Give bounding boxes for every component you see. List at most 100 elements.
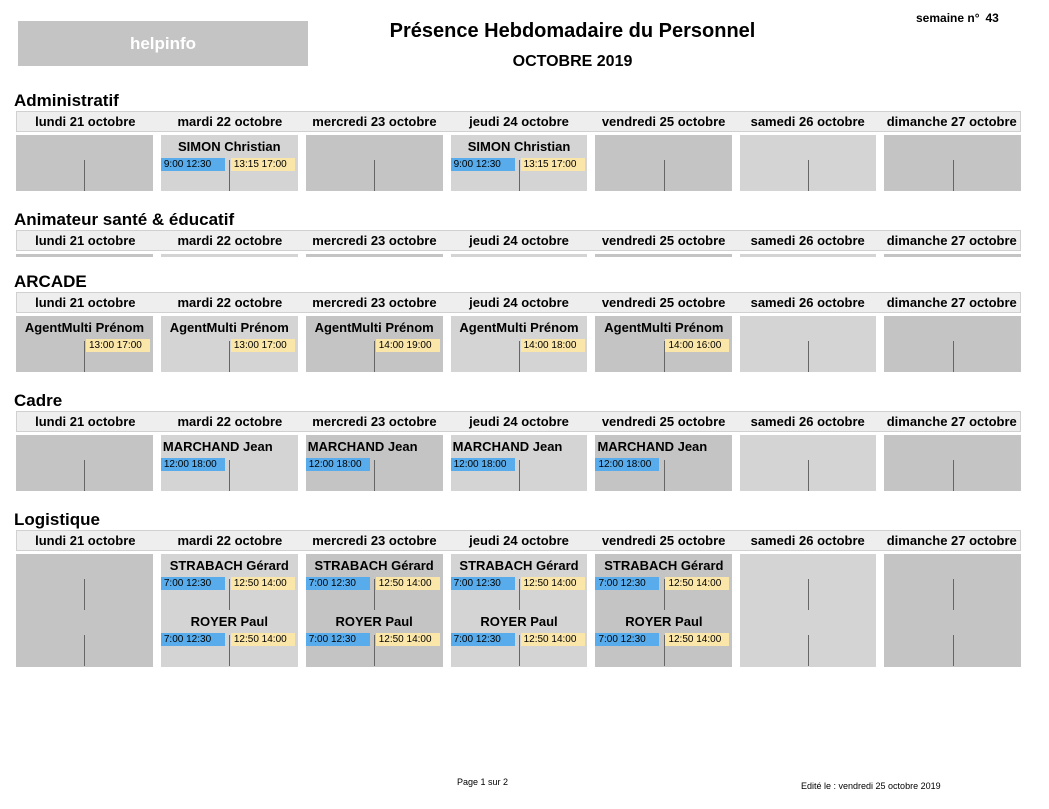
day-header: mardi 22 octobre xyxy=(177,295,283,310)
employee-name[interactable]: ROYER Paul xyxy=(306,614,443,629)
employee-name[interactable]: STRABACH Gérard xyxy=(306,558,443,573)
morning-shift[interactable]: 7:00 12:30 xyxy=(450,633,515,646)
morning-shift[interactable]: 12:00 18:00 xyxy=(595,458,660,471)
day-header: mardi 22 octobre xyxy=(177,414,283,429)
afternoon-shift[interactable]: 12:50 14:00 xyxy=(375,633,440,646)
morning-shift[interactable]: 12:00 18:00 xyxy=(305,458,370,471)
day-cell xyxy=(16,135,153,191)
day-header: dimanche 27 octobre xyxy=(886,295,1017,310)
employee-name[interactable]: ROYER Paul xyxy=(595,614,732,629)
day-header: lundi 21 octobre xyxy=(35,295,136,310)
cell-divider xyxy=(952,341,954,372)
morning-shift[interactable]: 9:00 12:30 xyxy=(160,158,225,171)
afternoon-shift[interactable]: 12:50 14:00 xyxy=(230,633,295,646)
day-header: lundi 21 octobre xyxy=(35,533,136,548)
day-header: vendredi 25 octobre xyxy=(601,533,726,548)
morning-shift[interactable]: 7:00 12:30 xyxy=(305,577,370,590)
morning-shift[interactable]: 7:00 12:30 xyxy=(450,577,515,590)
employee-name[interactable]: MARCHAND Jean xyxy=(451,439,588,454)
day-cell: STRABACH Gérard 7:00 12:30 12:50 14:00 ROYE… xyxy=(595,554,733,667)
afternoon-shift[interactable]: 12:50 14:00 xyxy=(665,633,730,646)
day-cell: SIMON Christian 9:00 12:30 13:15 17:00 xyxy=(450,135,588,191)
employee-name[interactable]: SIMON Christian xyxy=(161,139,298,154)
day-header: mardi 22 octobre xyxy=(177,533,283,548)
section-3: Cadre lundi 21 octobre mardi 22 octobre mer… xyxy=(14,390,1022,491)
day-cells-row: AgentMulti Prénom 13:00 17:00 AgentMulti P… xyxy=(16,316,1022,372)
day-header: dimanche 27 octobre xyxy=(886,233,1017,248)
cell-divider xyxy=(84,635,86,666)
employee-name[interactable]: STRABACH Gérard xyxy=(451,558,588,573)
morning-shift[interactable]: 7:00 12:30 xyxy=(160,577,225,590)
employee-name[interactable]: AgentMulti Prénom xyxy=(161,320,298,335)
section-1: Animateur santé & éducatif lundi 21 octob… xyxy=(14,209,1022,257)
employee-name[interactable]: MARCHAND Jean xyxy=(595,439,732,454)
afternoon-shift[interactable]: 12:50 14:00 xyxy=(520,633,585,646)
cell-divider xyxy=(84,160,86,191)
afternoon-shift[interactable]: 12:50 14:00 xyxy=(665,577,730,590)
afternoon-shift[interactable]: 12:50 14:00 xyxy=(375,577,440,590)
page-subtitle: OCTOBRE 2019 xyxy=(512,53,633,70)
employee-name[interactable]: AgentMulti Prénom xyxy=(16,320,153,335)
cell-divider xyxy=(84,460,86,491)
employee-name[interactable]: STRABACH Gérard xyxy=(161,558,298,573)
cell-divider xyxy=(808,635,810,666)
morning-shift[interactable]: 12:00 18:00 xyxy=(450,458,515,471)
week-label: semaine n° xyxy=(916,11,980,25)
employee-name[interactable]: ROYER Paul xyxy=(451,614,588,629)
afternoon-shift[interactable]: 14:00 16:00 xyxy=(665,339,730,352)
employee-name[interactable]: MARCHAND Jean xyxy=(161,439,298,454)
day-cell: MARCHAND Jean 12:00 18:00 xyxy=(595,435,733,491)
day-header: mercredi 23 octobre xyxy=(312,114,437,129)
employee-name[interactable]: MARCHAND Jean xyxy=(306,439,443,454)
afternoon-shift[interactable]: 13:15 17:00 xyxy=(230,158,295,171)
employee-name[interactable]: AgentMulti Prénom xyxy=(306,320,443,335)
day-cell: AgentMulti Prénom 14:00 16:00 xyxy=(595,316,733,372)
employee-name[interactable]: ROYER Paul xyxy=(161,614,298,629)
day-cell xyxy=(884,316,1022,372)
morning-shift[interactable]: 7:00 12:30 xyxy=(595,633,660,646)
cell-divider xyxy=(229,460,231,491)
week-number: 43 xyxy=(985,11,999,25)
cell-divider xyxy=(952,579,954,610)
afternoon-shift[interactable]: 12:50 14:00 xyxy=(230,577,295,590)
morning-shift[interactable]: 7:00 12:30 xyxy=(160,633,225,646)
day-header: mardi 22 octobre xyxy=(177,114,283,129)
logo: helpinfo xyxy=(18,21,308,66)
morning-shift[interactable]: 9:00 12:30 xyxy=(450,158,515,171)
morning-shift[interactable]: 7:00 12:30 xyxy=(595,577,660,590)
afternoon-shift[interactable]: 14:00 18:00 xyxy=(520,339,585,352)
cell-divider xyxy=(808,341,810,372)
day-header: mercredi 23 octobre xyxy=(312,414,437,429)
day-cell xyxy=(160,254,298,257)
day-cell xyxy=(16,254,153,257)
employee-name[interactable]: STRABACH Gérard xyxy=(595,558,732,573)
afternoon-shift[interactable]: 13:15 17:00 xyxy=(520,158,585,171)
afternoon-shift[interactable]: 14:00 19:00 xyxy=(375,339,440,352)
afternoon-shift[interactable]: 13:00 17:00 xyxy=(86,339,150,352)
day-header: mercredi 23 octobre xyxy=(312,233,437,248)
section-title: Logistique xyxy=(14,510,100,529)
day-header: mardi 22 octobre xyxy=(177,233,283,248)
day-header: samedi 26 octobre xyxy=(750,414,865,429)
day-header-row: lundi 21 octobre mardi 22 octobre mercredi… xyxy=(16,530,1021,551)
day-cell: STRABACH Gérard 7:00 12:30 12:50 14:00 ROYE… xyxy=(305,554,443,667)
day-header: lundi 21 octobre xyxy=(35,233,136,248)
day-cell: SIMON Christian 9:00 12:30 13:15 17:00 xyxy=(160,135,298,191)
morning-shift[interactable]: 7:00 12:30 xyxy=(305,633,370,646)
page-title: Présence Hebdomadaire du Personnel xyxy=(389,20,756,42)
cell-divider xyxy=(808,460,810,491)
employee-name[interactable]: SIMON Christian xyxy=(451,139,588,154)
day-header: samedi 26 octobre xyxy=(750,533,865,548)
day-cell xyxy=(16,435,153,491)
day-cell: AgentMulti Prénom 14:00 18:00 xyxy=(450,316,588,372)
day-header: jeudi 24 octobre xyxy=(469,114,569,129)
employee-name[interactable]: AgentMulti Prénom xyxy=(595,320,732,335)
morning-shift[interactable]: 12:00 18:00 xyxy=(160,458,225,471)
afternoon-shift[interactable]: 12:50 14:00 xyxy=(520,577,585,590)
afternoon-shift[interactable]: 13:00 17:00 xyxy=(230,339,295,352)
week-indicator: semaine n° 43 xyxy=(916,11,999,25)
employee-name[interactable]: AgentMulti Prénom xyxy=(451,320,588,335)
day-cell: AgentMulti Prénom 13:00 17:00 xyxy=(16,316,153,372)
section-4: Logistique lundi 21 octobre mardi 22 octob… xyxy=(14,509,1022,667)
day-header-row: lundi 21 octobre mardi 22 octobre mercredi… xyxy=(16,292,1021,313)
